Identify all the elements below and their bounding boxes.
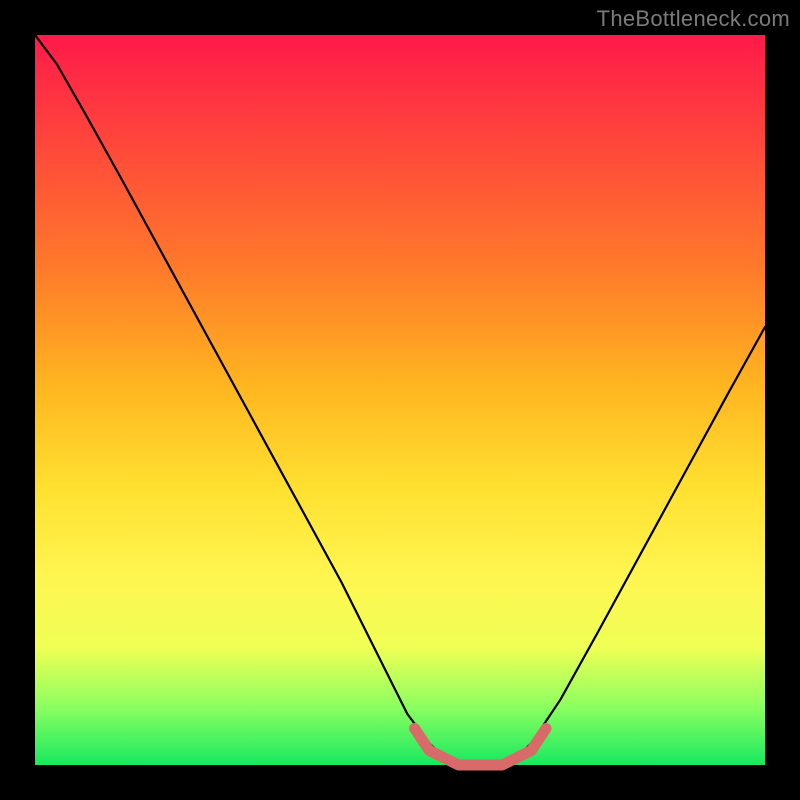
plot-area: [35, 35, 765, 765]
chart-frame: TheBottleneck.com: [0, 0, 800, 800]
bottleneck-curve: [35, 35, 765, 765]
curve-layer: [35, 35, 765, 765]
watermark-text: TheBottleneck.com: [597, 6, 790, 32]
